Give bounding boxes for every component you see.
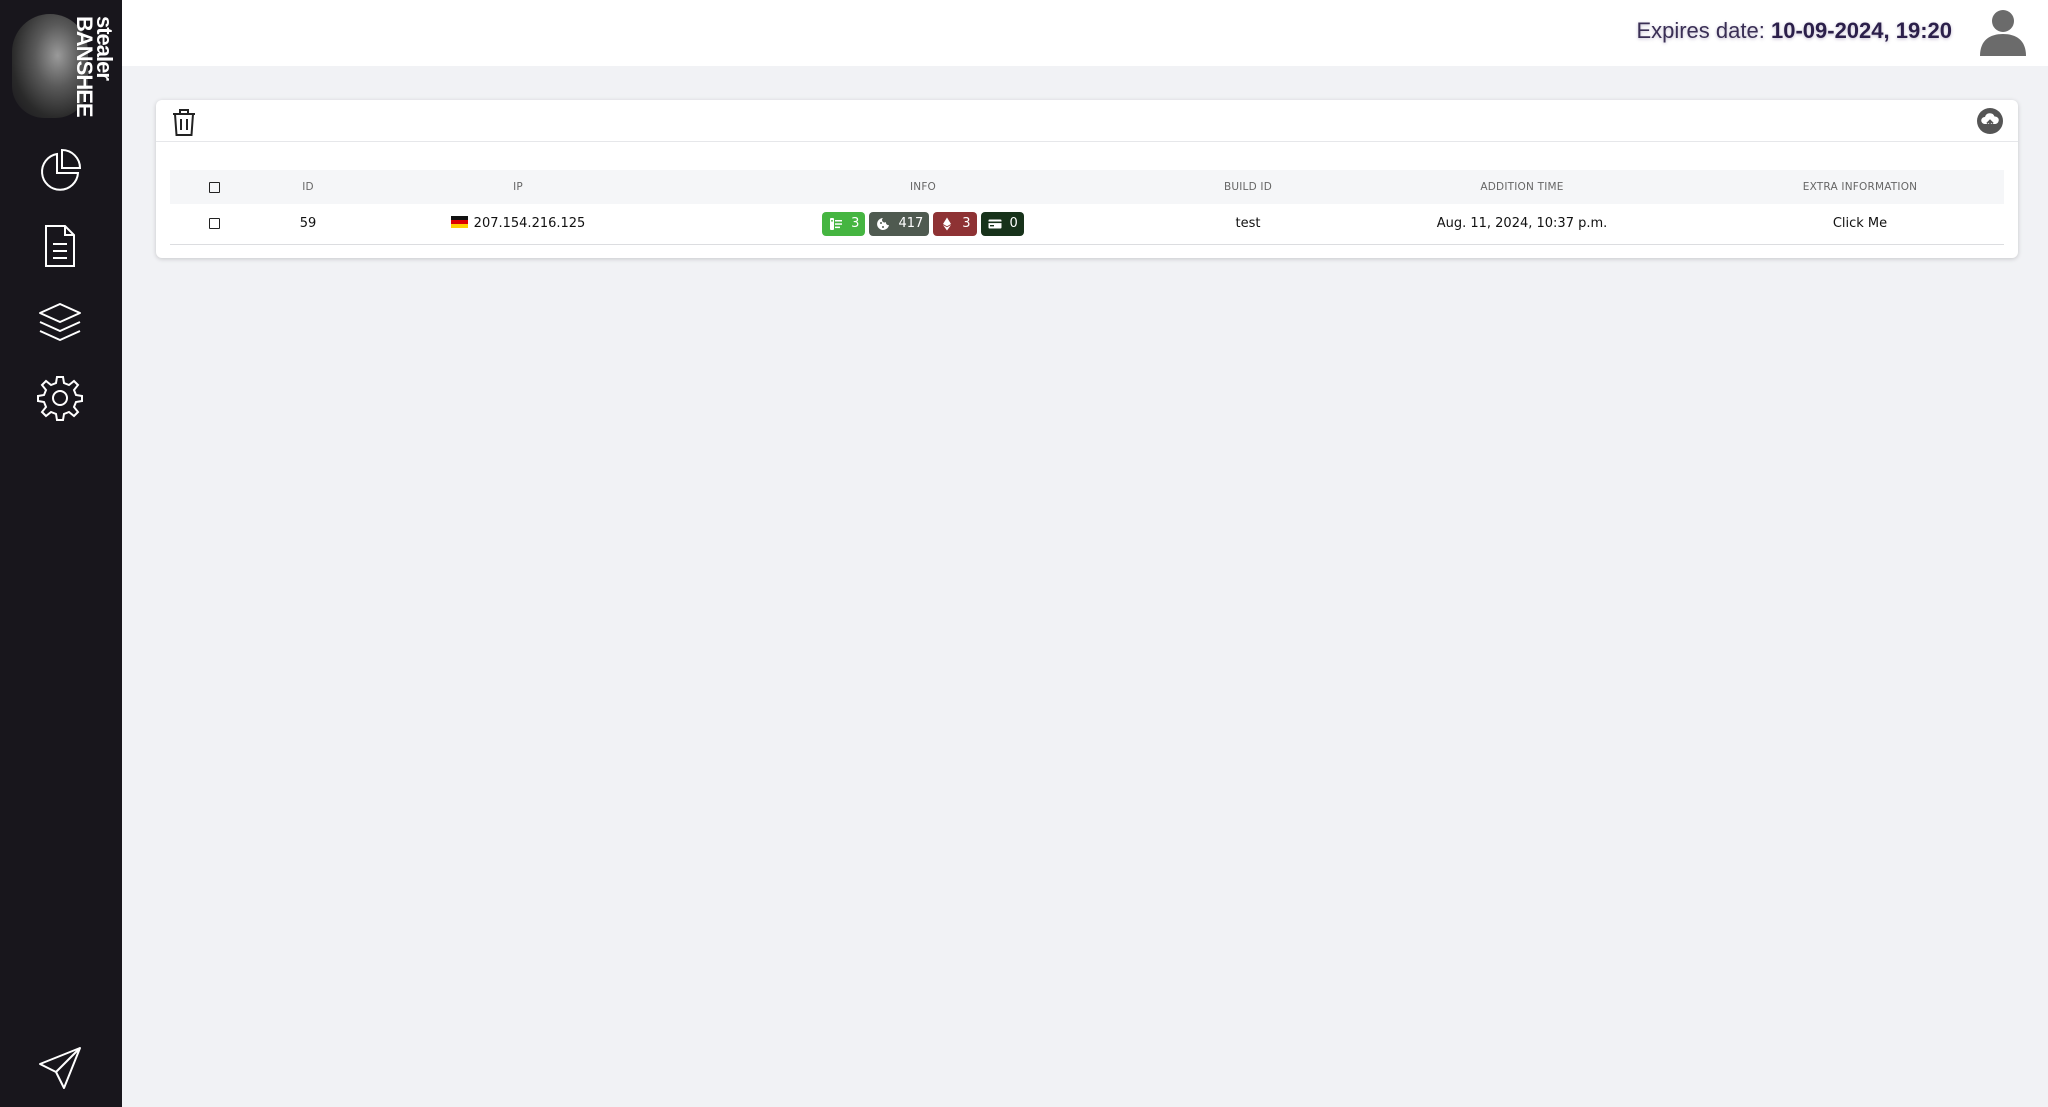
logs-card: ID IP INFO BUILD ID ADDITION TIME EXTRA … xyxy=(156,100,2018,258)
cloud-upload-icon[interactable] xyxy=(1976,107,2004,135)
ethereum-icon xyxy=(943,217,952,231)
sidebar-item-settings[interactable] xyxy=(36,374,84,422)
row-addition-time: Aug. 11, 2024, 10:37 p.m. xyxy=(1436,216,1608,232)
layers-icon xyxy=(39,303,81,341)
row-build-id: test xyxy=(1235,216,1261,232)
click-me-link[interactable]: Click Me xyxy=(1833,216,1887,231)
column-header-ip[interactable]: IP xyxy=(358,170,678,204)
wallets-badge[interactable]: 3 xyxy=(933,211,977,236)
sidebar-send-button[interactable] xyxy=(36,1044,84,1092)
select-all-checkbox[interactable] xyxy=(208,181,220,193)
expires-value: 10-09-2024, 19:20 xyxy=(1770,18,1952,43)
key-icon xyxy=(830,217,843,230)
send-icon xyxy=(39,1047,81,1089)
germany-flag-icon xyxy=(450,216,468,229)
card-icon xyxy=(988,219,1002,229)
logs-table: ID IP INFO BUILD ID ADDITION TIME EXTRA … xyxy=(170,170,2004,245)
document-icon xyxy=(45,225,75,267)
gear-icon xyxy=(37,376,83,421)
sidebar-item-builds[interactable] xyxy=(36,298,84,346)
cookies-badge[interactable]: 417 xyxy=(869,211,930,236)
pie-chart-icon xyxy=(41,148,82,191)
column-header-id[interactable]: ID xyxy=(258,170,358,204)
sidebar-item-logs[interactable] xyxy=(36,222,84,270)
row-ip: 207.154.216.125 xyxy=(473,216,586,232)
cards-badge[interactable]: 0 xyxy=(980,211,1024,236)
top-bar: Expires date: 10-09-2024, 19:20 xyxy=(122,0,2048,66)
trash-icon[interactable] xyxy=(170,107,198,137)
user-avatar-icon[interactable] xyxy=(1978,6,2028,56)
passwords-badge[interactable]: 3 xyxy=(822,211,866,236)
table-row[interactable]: 59 207.154.216.125 3 417 3 0 test Aug. 1… xyxy=(170,204,2004,244)
brand-logo[interactable]: stealer BANSHEE xyxy=(12,12,114,120)
column-header-info[interactable]: INFO xyxy=(678,170,1168,204)
column-header-addition-time[interactable]: ADDITION TIME xyxy=(1328,170,1716,204)
table-header-row: ID IP INFO BUILD ID ADDITION TIME EXTRA … xyxy=(170,170,2004,204)
expires-date: Expires date: 10-09-2024, 19:20 xyxy=(1636,18,1952,44)
logo-text: stealer BANSHEE xyxy=(72,16,114,117)
sidebar: stealer BANSHEE xyxy=(0,0,122,1107)
wallets-count: 3 xyxy=(962,216,971,232)
column-header-extra-information[interactable]: EXTRA INFORMATION xyxy=(1716,170,2004,204)
row-checkbox[interactable] xyxy=(208,218,220,230)
cookie-icon xyxy=(877,217,890,230)
card-toolbar xyxy=(156,100,2018,142)
cookies-count: 417 xyxy=(898,216,924,232)
row-id: 59 xyxy=(299,216,317,232)
info-badges: 3 417 3 0 xyxy=(822,211,1024,236)
passwords-count: 3 xyxy=(851,216,860,232)
cards-count: 0 xyxy=(1009,216,1018,232)
expires-label: Expires date: xyxy=(1636,18,1765,43)
column-header-build-id[interactable]: BUILD ID xyxy=(1168,170,1328,204)
sidebar-item-dashboard[interactable] xyxy=(36,146,84,194)
